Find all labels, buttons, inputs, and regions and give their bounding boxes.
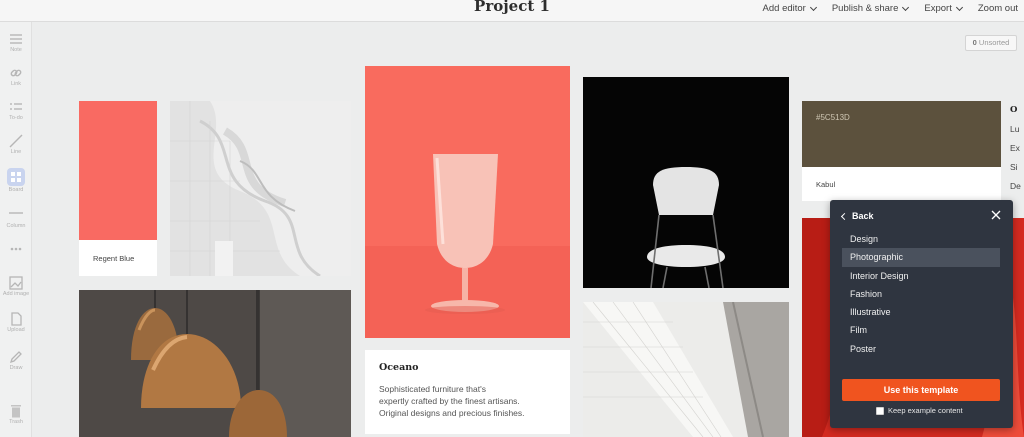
back-button[interactable]: Back — [840, 211, 874, 221]
tool-more[interactable] — [0, 242, 32, 256]
tool-todo-label: To-do — [9, 115, 23, 121]
category-interior-design[interactable]: Interior Design — [842, 267, 1000, 285]
text-line: Lu — [1010, 124, 1020, 134]
line-icon — [9, 134, 23, 148]
category-photographic[interactable]: Photographic — [842, 248, 1000, 267]
image-icon — [9, 276, 23, 290]
tool-add-image-label: Add image — [2, 291, 30, 297]
color-hex: #5C513D — [816, 113, 850, 122]
tool-trash[interactable]: Trash — [0, 404, 32, 425]
template-category-list: Design Photographic Interior Design Fash… — [842, 230, 1000, 358]
more-icon — [10, 247, 22, 251]
text-line: O — [1010, 105, 1018, 115]
use-template-button[interactable]: Use this template — [842, 379, 1000, 401]
chevron-left-icon — [840, 212, 849, 220]
export-menu[interactable]: Export — [924, 3, 963, 14]
card-title: Oceano — [379, 362, 419, 373]
text-line: De — [1010, 181, 1021, 191]
color-name: Regent Blue — [93, 254, 135, 263]
category-film[interactable]: Film — [842, 321, 1000, 339]
tool-add-image[interactable]: Add image — [0, 276, 32, 297]
board-icon — [7, 168, 25, 186]
architecture-image — [170, 101, 351, 276]
note-icon — [10, 34, 22, 44]
tool-upload-label: Upload — [7, 327, 25, 333]
category-fashion[interactable]: Fashion — [842, 285, 1000, 303]
publish-share-menu[interactable]: Publish & share — [831, 3, 910, 14]
todo-icon — [10, 103, 22, 110]
tool-note[interactable]: Note — [0, 32, 32, 53]
top-menu: Add editor Publish & share Export Zoom o… — [763, 3, 1018, 14]
tool-board-label: Board — [8, 187, 24, 193]
color-swatch: #5C513D — [802, 101, 1001, 167]
unsorted-count: 0 — [972, 38, 977, 47]
back-label: Back — [852, 211, 874, 221]
image-card-ceiling[interactable] — [583, 302, 789, 437]
text-card-oceano[interactable]: Oceano Sophisticated furniture that's ex… — [365, 350, 570, 434]
pen-icon — [9, 351, 22, 364]
card-description: Sophisticated furniture that's expertly … — [379, 383, 556, 419]
unsorted-label: Unsorted — [978, 38, 1010, 47]
chevron-down-icon — [955, 3, 963, 11]
keep-example-label: Keep example content — [888, 406, 963, 415]
color-swatch — [79, 101, 157, 240]
add-editor-label: Add editor — [762, 3, 806, 14]
tool-column-label: Column — [6, 223, 26, 229]
category-illustrative[interactable]: Illustrative — [842, 303, 1000, 321]
tool-column[interactable]: Column — [0, 208, 32, 229]
trash-icon — [11, 405, 21, 418]
unsorted-button[interactable]: 0 Unsorted — [965, 35, 1017, 51]
text-line: Si — [1010, 162, 1018, 172]
tool-todo[interactable]: To-do — [0, 100, 32, 121]
left-toolbar: Note Link To-do Line Board Column Add im… — [0, 22, 32, 437]
keep-example-content-checkbox[interactable]: Keep example content — [876, 406, 963, 415]
category-design[interactable]: Design — [842, 230, 1000, 248]
chevron-down-icon — [902, 3, 910, 11]
tool-note-label: Note — [10, 47, 22, 53]
tool-draw[interactable]: Draw — [0, 350, 32, 371]
tool-upload[interactable]: Upload — [0, 312, 32, 333]
checkbox-box[interactable] — [876, 406, 884, 415]
description-line: Sophisticated furniture that's — [379, 384, 486, 394]
color-name: Kabul — [816, 180, 836, 189]
tool-board[interactable]: Board — [0, 168, 32, 193]
pink-glass-image — [365, 66, 570, 338]
upload-icon — [11, 312, 22, 326]
category-poster[interactable]: Poster — [842, 340, 1000, 358]
export-label: Export — [924, 3, 952, 14]
text-card-partial[interactable]: O Lu Ex Si De — [1010, 101, 1024, 201]
image-card-chair[interactable] — [583, 77, 789, 288]
tool-line[interactable]: Line — [0, 134, 32, 155]
white-chair-image — [583, 77, 789, 288]
publish-share-label: Publish & share — [831, 3, 899, 14]
color-card-regent[interactable]: Regent Blue — [79, 101, 157, 276]
top-bar: Project 1 Add editor Publish & share Exp… — [0, 0, 1024, 22]
tool-link-label: Link — [10, 81, 22, 87]
chevron-down-icon — [809, 3, 817, 11]
text-line: Ex — [1010, 143, 1020, 153]
description-line: expertly crafted by the finest artisans. — [379, 396, 520, 406]
tool-trash-label: Trash — [9, 419, 23, 425]
color-card-kabul[interactable]: #5C513D Kabul — [802, 101, 1001, 201]
copper-lamps-image — [79, 290, 351, 437]
tool-link[interactable]: Link — [0, 66, 32, 87]
template-panel: Back Design Photographic Interior Design… — [830, 200, 1013, 428]
description-line: Original designs and precious finishes. — [379, 408, 525, 418]
image-card-lamps[interactable] — [79, 290, 351, 437]
column-icon — [9, 212, 23, 214]
link-icon — [10, 69, 22, 77]
tool-draw-label: Draw — [9, 365, 23, 371]
ceiling-architecture-image — [583, 302, 789, 437]
image-card-glass[interactable] — [365, 66, 570, 338]
image-card-architecture[interactable] — [170, 101, 351, 276]
zoom-out-label: Zoom out — [977, 3, 1018, 14]
tool-line-label: Line — [10, 149, 22, 155]
add-editor-menu[interactable]: Add editor — [762, 3, 817, 14]
zoom-out-button[interactable]: Zoom out — [978, 3, 1018, 14]
close-icon[interactable] — [991, 210, 1001, 220]
